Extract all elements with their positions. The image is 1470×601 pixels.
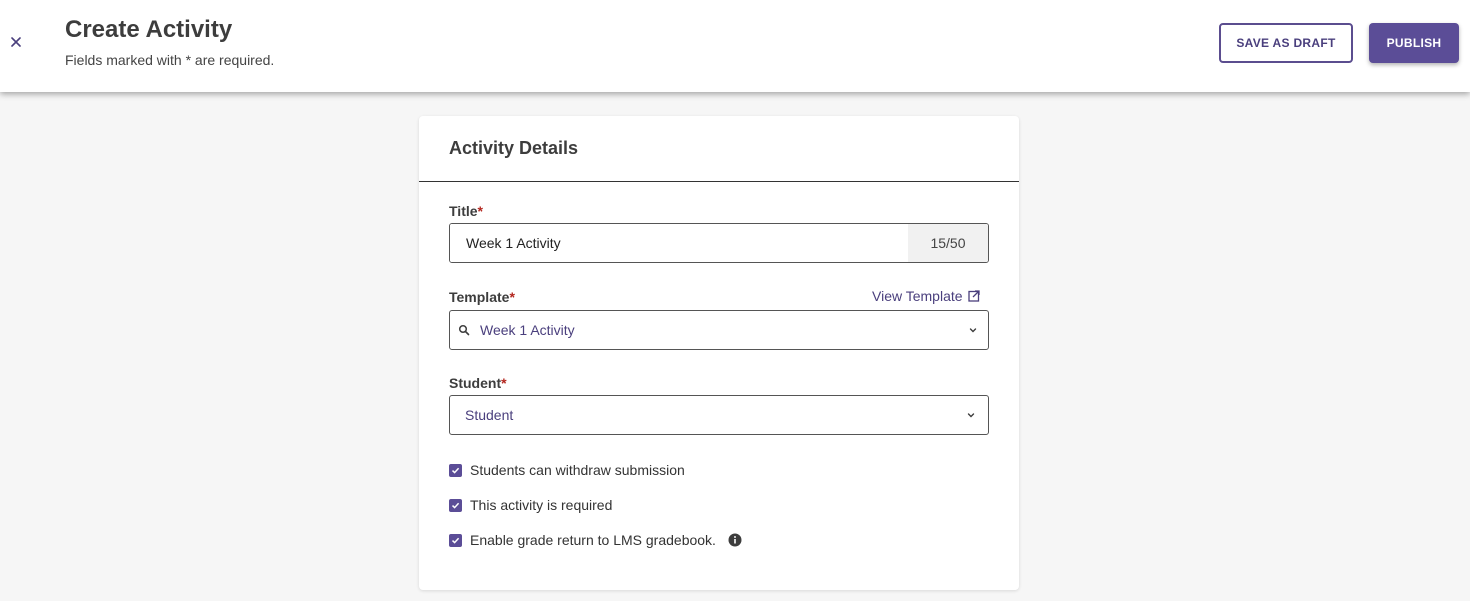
grade-return-option: Enable grade return to LMS gradebook. <box>449 532 742 548</box>
grade-return-label: Enable grade return to LMS gradebook. <box>470 532 716 548</box>
search-icon <box>458 324 470 336</box>
page-subtitle: Fields marked with * are required. <box>65 52 275 68</box>
activity-required-checkbox[interactable] <box>449 498 462 512</box>
template-label-text: Template <box>449 289 510 305</box>
title-char-count: 15/50 <box>908 224 988 262</box>
save-as-draft-button[interactable]: SAVE AS DRAFT <box>1219 23 1353 63</box>
chevron-down-icon <box>967 413 975 418</box>
view-template-label: View Template <box>872 288 963 304</box>
required-mark: * <box>509 289 515 305</box>
activity-required-option: This activity is required <box>449 497 612 513</box>
publish-button[interactable]: PUBLISH <box>1369 23 1459 63</box>
student-selected-value: Student <box>465 407 514 423</box>
withdraw-submission-option: Students can withdraw submission <box>449 462 685 478</box>
activity-required-label: This activity is required <box>470 497 613 513</box>
chevron-down-icon <box>969 328 977 333</box>
external-link-icon <box>967 290 980 302</box>
student-label-text: Student <box>449 375 502 391</box>
checkmark-icon <box>451 467 460 474</box>
title-input-wrapper: 15/50 <box>449 223 989 263</box>
title-label: Title* <box>449 203 483 219</box>
card-title: Activity Details <box>449 138 579 158</box>
withdraw-submission-checkbox[interactable] <box>449 463 462 477</box>
top-header: Create Activity Fields marked with * are… <box>0 0 1470 92</box>
activity-details-card: Activity Details Title* 15/50 Template* … <box>419 116 1019 590</box>
grade-return-checkbox[interactable] <box>449 533 462 547</box>
withdraw-submission-label: Students can withdraw submission <box>470 462 685 478</box>
view-template-link[interactable]: View Template <box>872 288 980 304</box>
title-label-text: Title <box>449 203 478 219</box>
checkmark-icon <box>451 537 460 544</box>
template-select[interactable]: Week 1 Activity <box>449 310 989 350</box>
page-title: Create Activity <box>65 16 233 43</box>
template-selected-value: Week 1 Activity <box>480 322 575 338</box>
card-divider <box>419 181 1019 182</box>
close-icon <box>11 37 21 47</box>
required-mark: * <box>501 375 507 391</box>
info-icon[interactable] <box>728 533 742 547</box>
checkmark-icon <box>451 502 460 509</box>
template-label: Template* <box>449 289 515 305</box>
student-label: Student* <box>449 375 507 391</box>
close-button[interactable] <box>6 32 26 52</box>
required-mark: * <box>477 203 483 219</box>
title-input[interactable] <box>450 224 908 262</box>
student-select[interactable]: Student <box>449 395 989 435</box>
